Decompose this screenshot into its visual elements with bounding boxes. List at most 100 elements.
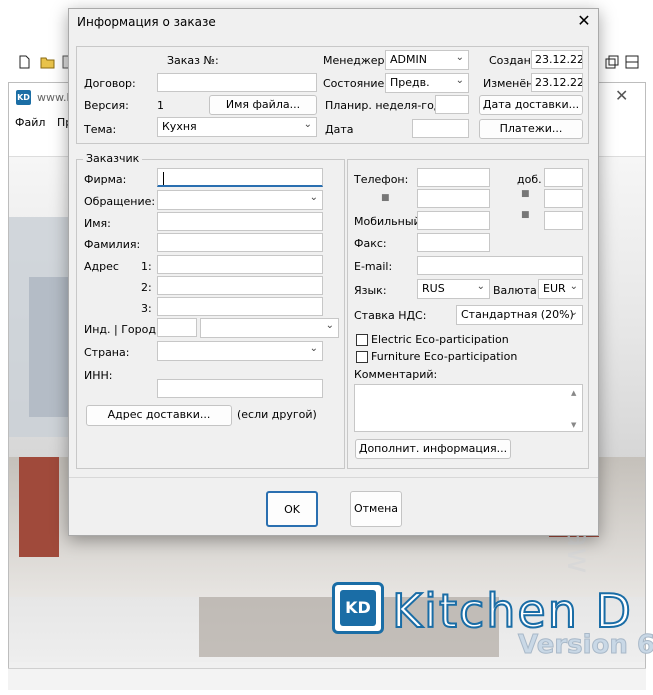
country-label: Страна: [84, 346, 130, 359]
cancel-button[interactable]: Отмена [350, 491, 402, 527]
date-input[interactable] [412, 119, 469, 138]
menu-file[interactable]: Файл [15, 116, 45, 129]
dialog-title: Информация о заказе [77, 15, 216, 29]
new-file-icon[interactable] [17, 55, 31, 69]
delivery-address-button[interactable]: Адрес доставки... [86, 405, 232, 426]
state-select[interactable]: Предв. ⌄ [385, 73, 469, 93]
phone-ext-input[interactable] [544, 168, 583, 187]
eco-electric-checkbox[interactable] [356, 334, 368, 346]
footer-divider [69, 477, 598, 478]
fax-input[interactable] [417, 233, 490, 252]
address-line1-input[interactable] [157, 255, 323, 274]
chevron-down-icon: ⌄ [309, 343, 318, 354]
zip-input[interactable] [157, 318, 197, 337]
address-line3-input[interactable] [157, 297, 323, 316]
eco-electric-label: Electric Eco-participation [371, 333, 509, 346]
salutation-label: Обращение: [84, 195, 156, 208]
ext2-marker: ■ [521, 189, 530, 199]
phone2-ext-input[interactable] [544, 189, 583, 208]
address-label: Адрес [84, 260, 119, 273]
eco-furniture-checkbox[interactable] [356, 351, 368, 363]
theme-label: Тема: [84, 123, 117, 136]
payments-button[interactable]: Платежи... [479, 119, 583, 139]
phone2-input[interactable] [417, 189, 490, 208]
date-label: Дата [325, 123, 354, 136]
manager-value: ADMIN [390, 53, 427, 66]
language-select[interactable]: RUS ⌄ [417, 279, 490, 299]
inn-input[interactable] [157, 379, 323, 398]
language-value: RUS [422, 282, 445, 295]
phone-input[interactable] [417, 168, 490, 187]
filename-button[interactable]: Имя файла... [209, 95, 317, 115]
3d-view-icon[interactable] [605, 55, 619, 69]
vat-value: Стандартная (20%) [461, 308, 574, 321]
ok-button[interactable]: OK [266, 491, 318, 527]
country-select[interactable]: ⌄ [157, 341, 323, 361]
ext-label: доб. [517, 173, 542, 186]
manager-label: Менеджер: [323, 54, 389, 67]
chevron-down-icon: ⌄ [569, 307, 578, 318]
planned-week-input[interactable] [435, 95, 469, 114]
company-input[interactable] [157, 168, 323, 187]
currency-label: Валюта: [493, 284, 541, 297]
app-close-button[interactable]: ✕ [615, 86, 628, 105]
currency-value: EUR [543, 282, 566, 295]
contract-input[interactable] [157, 73, 317, 92]
kd-logo-mark: KD [340, 590, 376, 626]
theme-select[interactable]: Кухня ⌄ [157, 117, 317, 137]
created-label: Создан: [489, 54, 535, 67]
salutation-select[interactable]: ⌄ [157, 190, 323, 210]
scene-building [29, 277, 69, 417]
scroll-down-icon[interactable]: ▼ [571, 421, 576, 429]
address-line1-label: 1: [141, 260, 152, 273]
fax-label: Факс: [354, 237, 387, 250]
phone-label: Телефон: [354, 173, 409, 186]
address-line2-label: 2: [141, 281, 152, 294]
status-bar [8, 668, 646, 690]
app-logo-icon: KD [16, 90, 31, 105]
state-value: Предв. [390, 76, 430, 89]
email-input[interactable] [417, 256, 583, 275]
mobile-label: Мобильный: [354, 215, 425, 228]
currency-select[interactable]: EUR ⌄ [538, 279, 583, 299]
more-info-button[interactable]: Дополнит. информация... [355, 439, 511, 459]
version-value: 1 [157, 99, 164, 112]
scroll-up-icon[interactable]: ▲ [571, 389, 576, 397]
ext3-marker: ■ [521, 210, 530, 220]
chevron-down-icon: ⌄ [325, 320, 334, 331]
planned-week-label: Планир. неделя-год: [325, 99, 446, 112]
lastname-input[interactable] [157, 233, 323, 252]
vat-label: Ставка НДС: [354, 309, 427, 322]
delivery-date-button[interactable]: Дата доставки... [479, 95, 583, 115]
delivery-address-note: (если другой) [237, 408, 317, 421]
kd-logo: KD [332, 582, 384, 634]
chevron-down-icon: ⌄ [455, 52, 464, 63]
chevron-down-icon: ⌄ [309, 192, 318, 203]
open-folder-icon[interactable] [40, 55, 55, 69]
chevron-down-icon: ⌄ [455, 75, 464, 86]
eco-furniture-label: Furniture Eco-participation [371, 350, 518, 363]
state-label: Состояние: [323, 77, 389, 90]
close-icon[interactable]: ✕ [575, 11, 593, 30]
comment-textarea[interactable]: ▲ ▼ [354, 384, 583, 432]
vat-select[interactable]: Стандартная (20%) ⌄ [456, 305, 583, 325]
mobile-ext-input[interactable] [544, 211, 583, 230]
firstname-input[interactable] [157, 212, 323, 231]
address-line3-label: 3: [141, 302, 152, 315]
version-label: Версия: [84, 99, 129, 112]
city-select[interactable]: ⌄ [200, 318, 339, 338]
order-info-dialog: Информация о заказе ✕ Заказ №: Договор: … [68, 8, 599, 536]
theme-value: Кухня [162, 120, 197, 133]
render-view-icon[interactable] [625, 55, 639, 69]
address-line2-input[interactable] [157, 276, 323, 295]
contract-label: Договор: [84, 77, 136, 90]
mobile-input[interactable] [417, 211, 490, 230]
firstname-label: Имя: [84, 217, 111, 230]
brand-version: Version 6.5 [517, 630, 653, 661]
changed-date-field: 23.12.22 [531, 73, 583, 92]
company-label: Фирма: [84, 173, 127, 186]
scene-counter [19, 457, 59, 557]
manager-select[interactable]: ADMIN ⌄ [385, 50, 469, 70]
email-label: E-mail: [354, 260, 393, 273]
customer-group-label: Заказчик [83, 152, 143, 165]
